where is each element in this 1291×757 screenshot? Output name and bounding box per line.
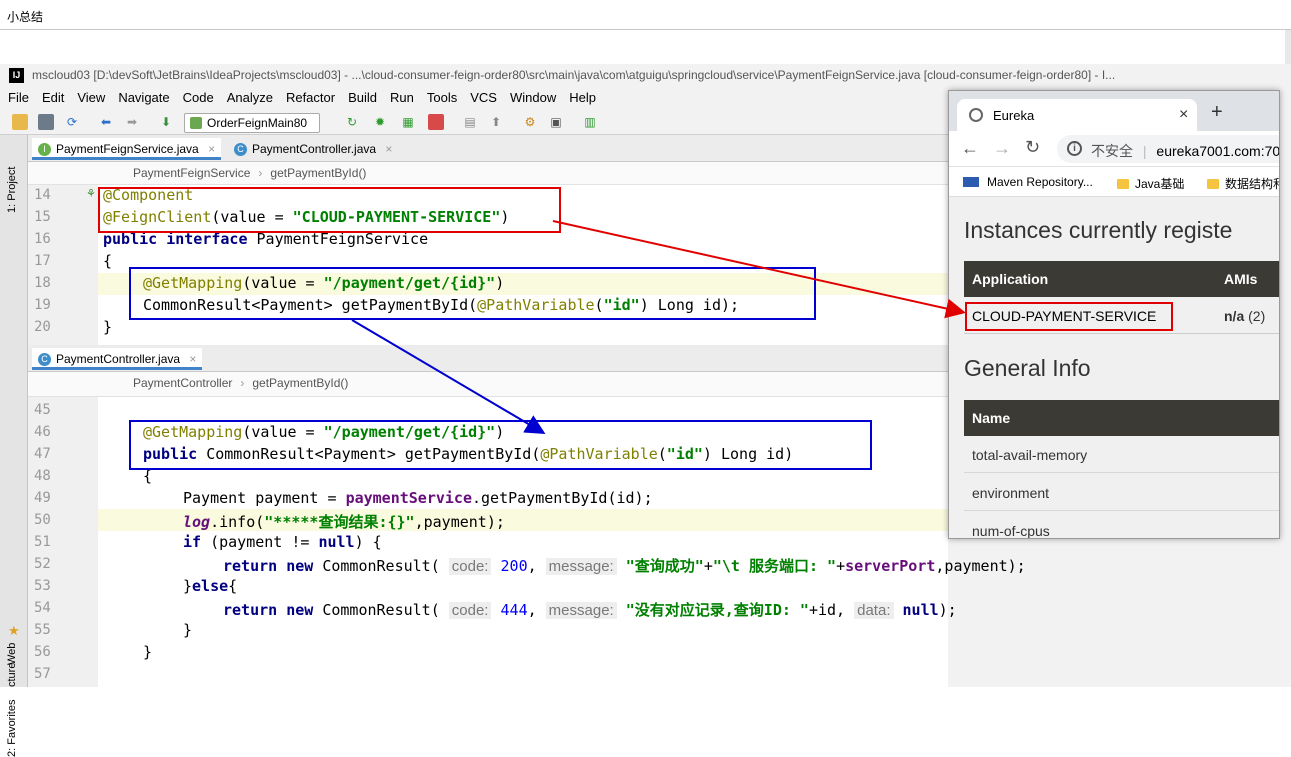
annotation-arrows [351,220,966,435]
feign-to-controller-arrow [351,319,546,435]
feign-to-eureka-arrow [552,220,966,319]
favorites-tool-button[interactable]: 2: Favorites [6,700,18,757]
